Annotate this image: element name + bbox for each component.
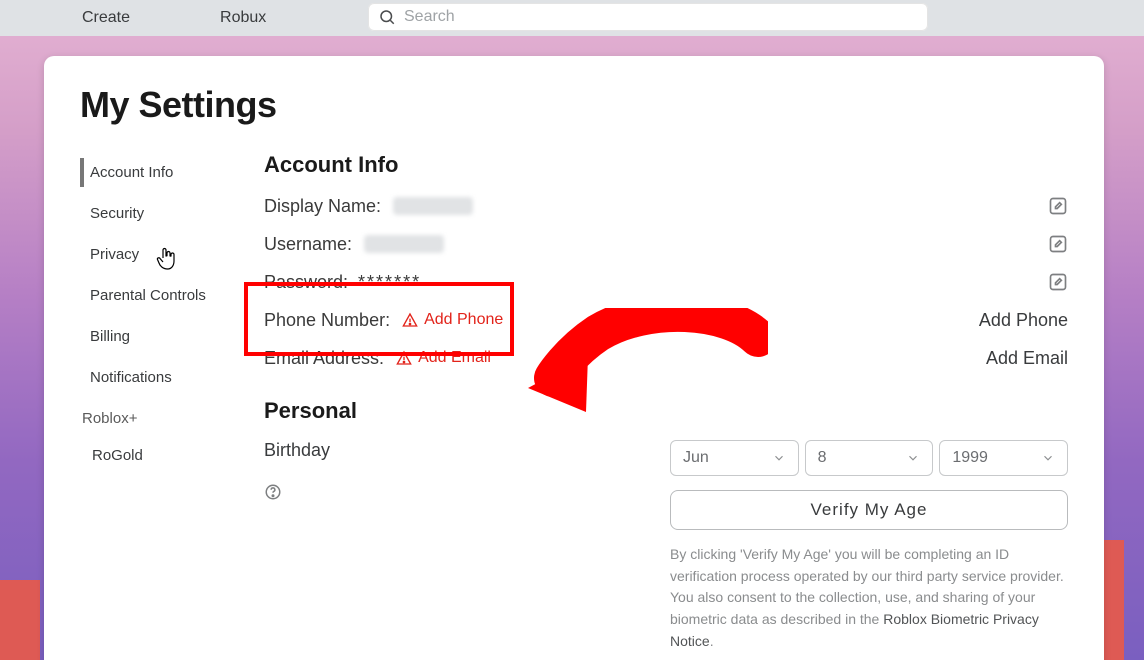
personal-heading: Personal: [264, 398, 1068, 424]
row-phone: Phone Number: Add Phone Add Phone: [264, 308, 1068, 332]
password-value: *******: [358, 272, 421, 293]
add-phone-action[interactable]: Add Phone: [979, 310, 1068, 331]
birthday-day-select[interactable]: 8: [805, 440, 934, 476]
birthday-label: Birthday: [264, 440, 330, 461]
row-display-name: Display Name:: [264, 194, 1068, 218]
add-email-action[interactable]: Add Email: [986, 348, 1068, 369]
username-label: Username:: [264, 234, 352, 255]
warning-icon: [402, 312, 418, 328]
sidebar-item-privacy[interactable]: Privacy: [84, 234, 250, 275]
sidebar-item-notifications[interactable]: Notifications: [84, 357, 250, 398]
email-label: Email Address:: [264, 348, 384, 369]
search-icon: [378, 8, 396, 26]
birthday-year-select[interactable]: 1999: [939, 440, 1068, 476]
row-username: Username:: [264, 232, 1068, 256]
help-icon[interactable]: [264, 483, 282, 501]
settings-card: My Settings Account Info Security Privac…: [44, 56, 1104, 660]
settings-sidebar: Account Info Security Privacy Parental C…: [80, 152, 250, 652]
sidebar-item-account-info[interactable]: Account Info: [84, 152, 250, 193]
sidebar-item-rogold[interactable]: RoGold: [84, 439, 250, 472]
row-email: Email Address: Add Email Add Email: [264, 346, 1068, 370]
verify-age-button[interactable]: Verify My Age: [670, 490, 1068, 530]
display-name-value-redacted: [393, 197, 473, 215]
chevron-down-icon: [906, 451, 920, 465]
edit-icon[interactable]: [1048, 196, 1068, 216]
phone-warning-badge: Add Phone: [402, 311, 503, 329]
chevron-down-icon: [1041, 451, 1055, 465]
settings-main: Account Info Display Name: Username: Pas…: [250, 152, 1068, 652]
password-label: Password:: [264, 272, 348, 293]
sidebar-item-robloxplus[interactable]: Roblox+: [76, 398, 250, 439]
search-input[interactable]: [404, 8, 918, 26]
account-info-heading: Account Info: [264, 152, 1068, 178]
edit-icon[interactable]: [1048, 234, 1068, 254]
birthday-selects: Jun 8 1999: [670, 440, 1068, 476]
top-nav: Create Robux: [0, 0, 1144, 36]
row-password: Password: *******: [264, 270, 1068, 294]
verify-disclaimer: By clicking 'Verify My Age' you will be …: [670, 544, 1068, 652]
search-box[interactable]: [368, 3, 928, 31]
chevron-down-icon: [772, 451, 786, 465]
phone-label: Phone Number:: [264, 310, 390, 331]
nav-create[interactable]: Create: [82, 9, 130, 27]
warning-icon: [396, 350, 412, 366]
email-warning-badge: Add Email: [396, 349, 491, 367]
page-title: My Settings: [80, 84, 1068, 126]
sidebar-item-parental-controls[interactable]: Parental Controls: [84, 275, 250, 316]
nav-robux[interactable]: Robux: [220, 9, 266, 27]
edit-icon[interactable]: [1048, 272, 1068, 292]
display-name-label: Display Name:: [264, 196, 381, 217]
sidebar-item-billing[interactable]: Billing: [84, 316, 250, 357]
sidebar-item-security[interactable]: Security: [84, 193, 250, 234]
username-value-redacted: [364, 235, 444, 253]
birthday-month-select[interactable]: Jun: [670, 440, 799, 476]
